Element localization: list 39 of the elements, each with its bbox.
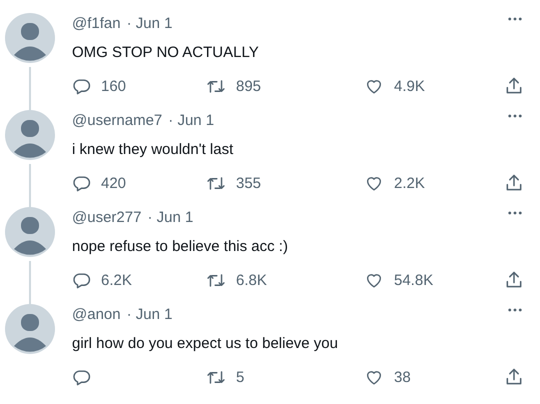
tweet-date: · Jun 1: [126, 14, 172, 32]
share-icon[interactable]: [504, 173, 524, 193]
retweet-count: 5: [236, 368, 244, 386]
avatar-icon[interactable]: [5, 110, 55, 160]
more-icon[interactable]: [508, 17, 522, 21]
avatar-icon[interactable]: [5, 304, 55, 354]
retweet-count: 895: [236, 78, 262, 94]
share-icon[interactable]: [504, 270, 524, 290]
more-icon[interactable]: [508, 114, 522, 118]
share-icon[interactable]: [504, 76, 524, 96]
like-count: 54.8K: [394, 272, 434, 288]
tweet-text: girl how do you expect us to believe you: [72, 334, 339, 354]
avatar-icon[interactable]: [5, 207, 55, 257]
reply-icon[interactable]: [72, 174, 91, 192]
tweet-date: · Jun 1: [126, 306, 172, 322]
user-handle[interactable]: @f1fan: [72, 14, 121, 32]
reply-icon[interactable]: [72, 76, 91, 96]
reply-count: 160: [101, 78, 126, 94]
tweet-text: nope refuse to believe this acc :): [72, 237, 289, 257]
like-count: 38: [394, 368, 411, 386]
reply-icon[interactable]: [72, 368, 91, 386]
user-handle[interactable]: @username7: [72, 112, 162, 128]
tweet-date: · Jun 1: [147, 208, 194, 226]
more-icon[interactable]: [508, 308, 522, 312]
tweet-text: OMG STOP NO ACTUALLY: [72, 43, 260, 63]
reply-count: 6.2K: [101, 272, 132, 288]
tweet-date: · Jun 1: [168, 112, 214, 128]
retweet-count: 355: [236, 174, 262, 192]
user-handle[interactable]: @user277: [72, 208, 142, 226]
avatar-icon[interactable]: [5, 13, 55, 63]
more-icon[interactable]: [508, 211, 522, 215]
retweet-count: 6.8K: [236, 272, 267, 288]
like-count: 4.9K: [394, 78, 425, 94]
tweet-text: i knew they wouldn't last: [72, 140, 234, 160]
reply-count: 420: [101, 174, 126, 192]
reply-icon[interactable]: [72, 270, 91, 290]
user-handle[interactable]: @anon: [72, 306, 121, 322]
like-count: 2.2K: [394, 174, 425, 192]
share-icon[interactable]: [504, 367, 524, 387]
